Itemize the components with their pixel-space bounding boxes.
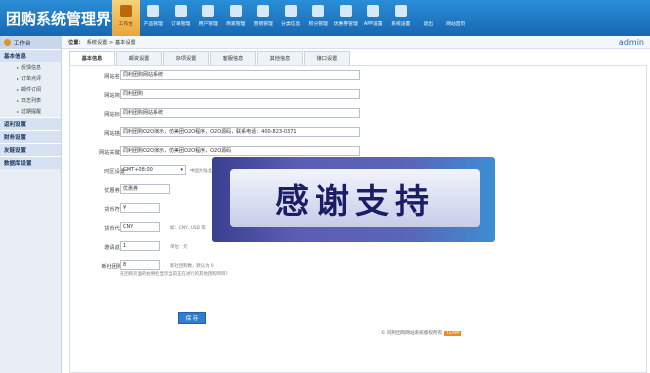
wrench-icon bbox=[367, 5, 380, 17]
site-name-input[interactable]: 同利团购网站系统 bbox=[120, 70, 360, 80]
tab-misc[interactable]: 杂项设置 bbox=[163, 51, 209, 65]
tab-other[interactable]: 其他信息 bbox=[257, 51, 303, 65]
sidebar-item-order-reviews[interactable]: 订单点评 bbox=[0, 73, 61, 84]
sidebar-section-database[interactable]: 数据库设置 bbox=[0, 156, 61, 169]
currency-symbol-input[interactable]: ¥ bbox=[120, 203, 160, 213]
row-site-desc: 网站描述 同利团购O2O演示，仿美团O2O程序，O2O源码，联系电话：400-8… bbox=[70, 123, 648, 141]
tab-customer-service[interactable]: 客服信息 bbox=[210, 51, 256, 65]
sidebar-item-expiry-reminder[interactable]: 过期提醒 bbox=[0, 106, 61, 117]
site-abbr-input[interactable]: 同利团购 bbox=[120, 89, 360, 99]
exit-icon bbox=[422, 5, 434, 17]
sidebar-header[interactable]: 工作台 bbox=[0, 36, 61, 49]
printer-icon bbox=[284, 5, 297, 17]
nav-item-points[interactable]: 积分管理 bbox=[305, 0, 333, 36]
row-site-name: 网站名称 同利团购网站系统 bbox=[70, 66, 648, 84]
row-new-deals: 新社团购? 8 新社团购数，默认为 0 在团购页面的右侧栏显示当前正在进行的其他… bbox=[70, 256, 648, 277]
wrench-icon bbox=[394, 5, 407, 17]
folder-icon bbox=[312, 5, 325, 17]
sidebar-section-basic[interactable]: 基本信息 bbox=[0, 49, 61, 62]
nav-item-logout[interactable]: 退出 bbox=[415, 0, 443, 36]
current-user: admin bbox=[618, 38, 644, 47]
nav-item-merchants[interactable]: 商家管理 bbox=[222, 0, 250, 36]
sidebar-section-finance[interactable]: 财务设置 bbox=[0, 130, 61, 143]
wrench-icon bbox=[202, 5, 215, 17]
new-deals-sub-hint: 在团购页面的右侧栏显示当前正在进行的其他团购项目? bbox=[120, 272, 228, 277]
breadcrumb: 位置： 系统设置 > 基本设置 bbox=[62, 36, 650, 49]
coupon-name-input[interactable]: 优惠券 bbox=[120, 184, 170, 194]
tab-interfaces[interactable]: 接口设置 bbox=[304, 51, 350, 65]
sidebar-section-rebate[interactable]: 返利设置 bbox=[0, 117, 61, 130]
main-nav: 工作台 产品管理 订单管理 用户管理 商家管理 营销管理 分类信息 积分管理 优… bbox=[112, 0, 470, 36]
tools-icon bbox=[339, 5, 352, 17]
thanks-overlay-text: 感谢支持 bbox=[230, 169, 480, 227]
nav-item-workbench[interactable]: 工作台 bbox=[112, 0, 140, 36]
settings-tabs: 基本信息 邮资设置 杂项设置 客服信息 其他信息 接口设置 bbox=[69, 51, 351, 65]
nav-item-app-settings[interactable]: APP设置 bbox=[360, 0, 388, 36]
network-icon bbox=[257, 5, 270, 17]
sidebar-item-email-subscriptions[interactable]: 邮件订阅 bbox=[0, 84, 61, 95]
nav-item-products[interactable]: 产品管理 bbox=[140, 0, 168, 36]
workbench-icon bbox=[4, 39, 11, 46]
book-icon bbox=[119, 5, 132, 17]
monitor-icon bbox=[147, 5, 160, 17]
currency-code-hint: 如：CNY, USD 等 bbox=[170, 226, 206, 231]
top-bar: 团购系统管理界面 工作台 产品管理 订单管理 用户管理 商家管理 营销管理 分类… bbox=[0, 0, 650, 36]
row-site-abbr: 网站简称 同利团购 bbox=[70, 85, 648, 103]
site-keywords-input[interactable]: 同利团购O2O演示，仿美团O2O程序，O2O源码 bbox=[120, 146, 360, 156]
chart-icon bbox=[229, 5, 242, 17]
nav-item-marketing[interactable]: 营销管理 bbox=[250, 0, 278, 36]
nav-item-classifieds[interactable]: 分类信息 bbox=[277, 0, 305, 36]
site-title-input[interactable]: 同利团购网站系统 bbox=[120, 108, 360, 118]
nav-item-system-settings[interactable]: 系统设置 bbox=[387, 0, 415, 36]
footer-badge: TEAM bbox=[444, 331, 462, 336]
footer: © 同利团购网站系统版权所有 TEAM bbox=[381, 331, 462, 336]
tab-postage[interactable]: 邮资设置 bbox=[116, 51, 162, 65]
nav-item-orders[interactable]: 订单管理 bbox=[167, 0, 195, 36]
nav-item-users[interactable]: 用户管理 bbox=[195, 0, 223, 36]
app-title: 团购系统管理界面 bbox=[6, 10, 127, 28]
tab-basic-info[interactable]: 基本信息 bbox=[69, 51, 115, 65]
invite-rebate-input[interactable]: 1 bbox=[120, 241, 160, 251]
nav-item-home[interactable]: 网站首页 bbox=[442, 0, 470, 36]
timezone-select[interactable]: GMT+08:00 bbox=[120, 165, 186, 175]
new-deals-hint: 新社团购数，默认为 0 bbox=[170, 264, 214, 269]
home-icon bbox=[450, 5, 462, 17]
invite-rebate-hint: 单位：元 bbox=[170, 245, 188, 250]
save-button[interactable]: 保 存 bbox=[178, 312, 206, 324]
sidebar: 工作台 基本信息 反馈信息 订单点评 邮件订阅 日志列表 过期提醒 返利设置 财… bbox=[0, 36, 62, 373]
sidebar-item-log-list[interactable]: 日志列表 bbox=[0, 95, 61, 106]
site-desc-input[interactable]: 同利团购O2O演示，仿美团O2O程序，O2O源码，联系电话：400-823-03… bbox=[120, 127, 360, 137]
row-site-title: 网站标题 同利团购网站系统 bbox=[70, 104, 648, 122]
new-deals-input[interactable]: 8 bbox=[120, 260, 160, 270]
sidebar-section-links[interactable]: 友链设置 bbox=[0, 143, 61, 156]
tools-icon bbox=[174, 5, 187, 17]
thanks-overlay-banner: 感谢支持 bbox=[212, 157, 495, 242]
sidebar-item-feedback[interactable]: 反馈信息 bbox=[0, 62, 61, 73]
nav-item-coupons[interactable]: 优惠券管理 bbox=[332, 0, 360, 36]
currency-code-input[interactable]: CNY bbox=[120, 222, 160, 232]
